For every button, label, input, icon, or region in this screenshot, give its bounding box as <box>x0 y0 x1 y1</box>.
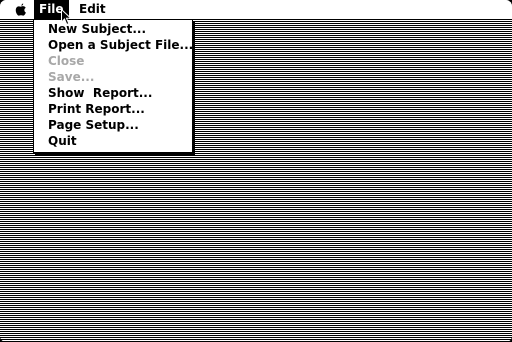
desktop: File Edit New Subject... Open a Subject … <box>0 0 512 342</box>
menu-item-quit[interactable]: Quit <box>34 133 192 149</box>
menu-item-page-setup[interactable]: Page Setup... <box>34 117 192 133</box>
menu-item-print-report[interactable]: Print Report... <box>34 101 192 117</box>
apple-icon <box>15 3 26 16</box>
file-menu-dropdown: New Subject... Open a Subject File... Cl… <box>33 19 193 153</box>
menu-bar: File Edit <box>0 0 512 20</box>
menu-item-close: Close <box>48 54 85 68</box>
menu-item-open-subject-file[interactable]: Open a Subject File... <box>34 37 193 53</box>
menu-item-new-subject[interactable]: New Subject... <box>34 21 192 37</box>
menu-item-save: Save... <box>48 70 95 84</box>
apple-menu[interactable] <box>10 0 32 19</box>
mouse-pointer-icon <box>61 9 73 26</box>
edit-menu-title[interactable]: Edit <box>74 0 111 19</box>
menu-item-show-report[interactable]: Show Report... <box>34 85 192 101</box>
